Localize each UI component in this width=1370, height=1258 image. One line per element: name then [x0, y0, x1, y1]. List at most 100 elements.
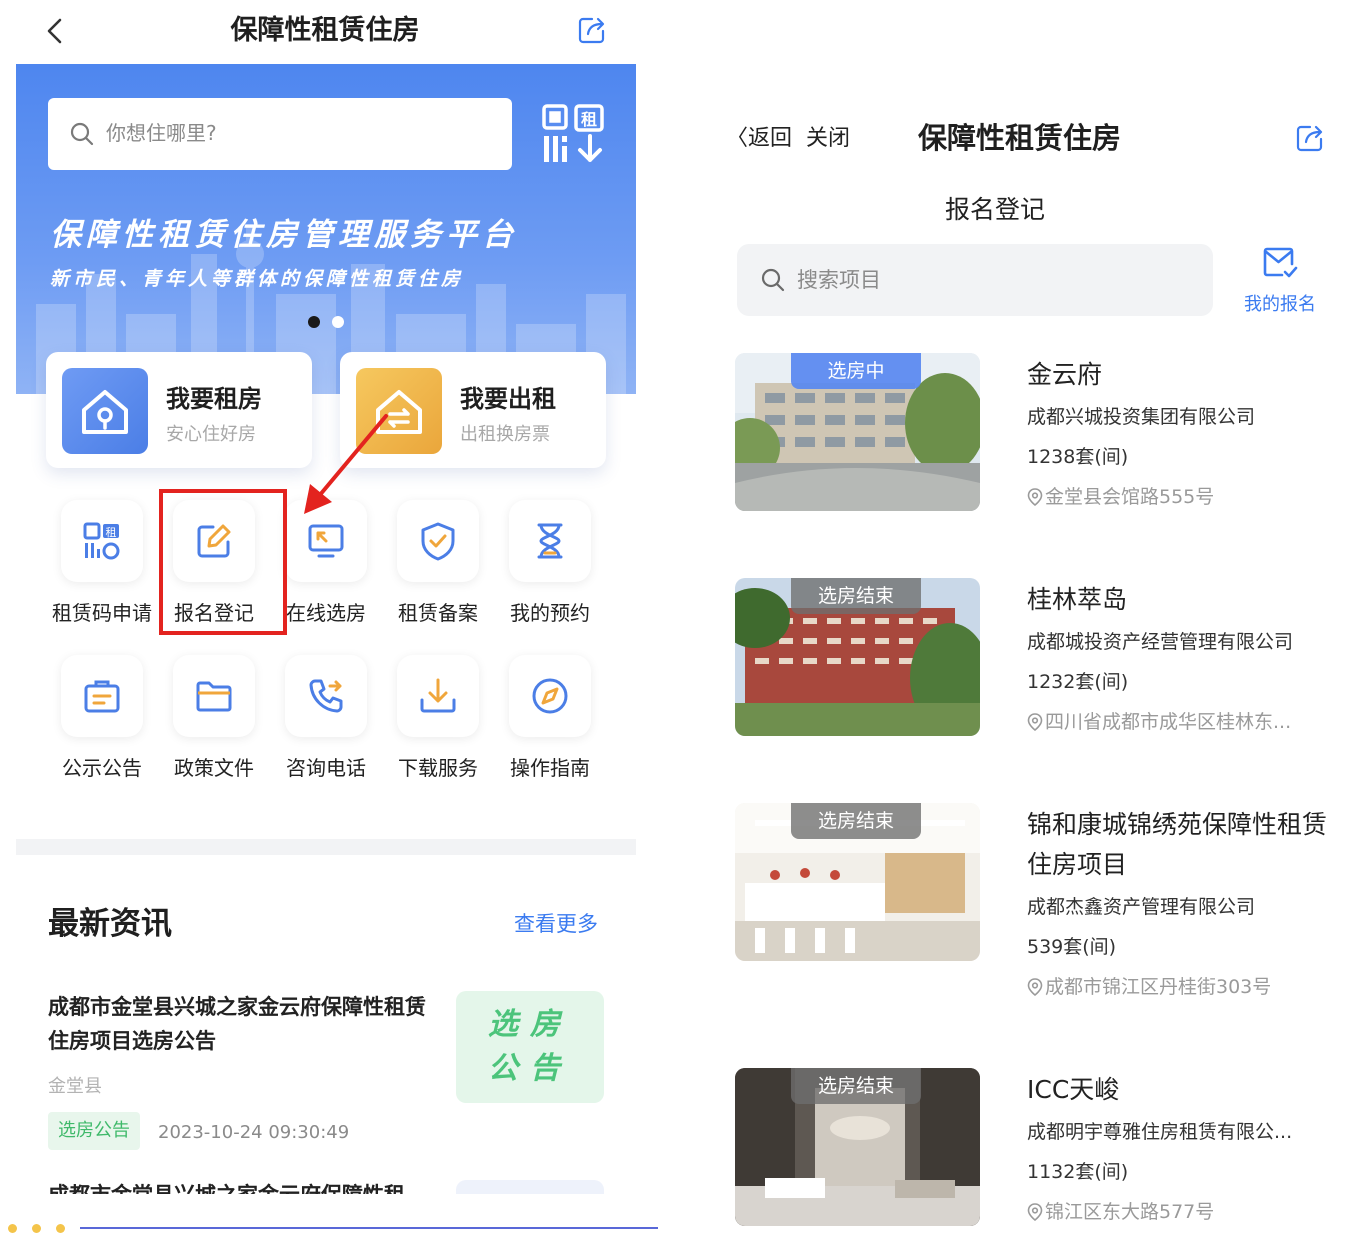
project-item[interactable]: 选房结束 ICC天峻 成都明宇尊雅住房租赁有限公... 1132套(间) 锦江区… — [735, 1068, 1335, 1228]
project-item[interactable]: 选房结束 桂林萃岛 成都城投资产经营管理有限公司 1232套(间) 四川省成都市… — [735, 578, 1335, 738]
project-count: 1132套(间) — [1027, 1161, 1129, 1183]
loading-dot — [32, 1224, 41, 1233]
project-org: 成都兴城投资集团有限公司 — [1027, 406, 1256, 428]
page-title: 保障性租赁住房 — [230, 15, 420, 46]
view-more-link[interactable]: 查看更多 — [514, 908, 598, 940]
carousel-dot-active[interactable] — [308, 316, 320, 328]
news-item-title[interactable]: 成都市金堂县兴城之家金云府保障性租赁住房项目选房公告 — [48, 990, 438, 1058]
download-icon — [397, 655, 479, 737]
service-policy[interactable]: 政策文件 — [158, 655, 270, 795]
project-name: ICC天峻 — [1027, 1075, 1120, 1104]
banner-subtitle: 新市民、青年人等群体的保障性租赁住房 — [50, 268, 465, 290]
project-count: 1232套(间) — [1027, 671, 1129, 693]
close-button[interactable]: 关闭 — [806, 122, 850, 156]
status-badge: 选房中 — [791, 353, 921, 389]
mail-check-icon — [1263, 247, 1298, 278]
service-label: 政策文件 — [174, 756, 254, 780]
lease-house-card[interactable]: 我要出租 出租换房票 — [340, 352, 606, 468]
project-item[interactable]: 选房结束 锦和康城锦绣苑保障性租赁住房项目 成都杰鑫资产管理有限公司 539套(… — [735, 803, 1335, 1003]
rent-house-card[interactable]: 我要租房 安心住好房 — [46, 352, 312, 468]
service-rent-code[interactable]: 租 租赁码申请 — [46, 500, 158, 640]
project-address: 锦江区东大路577号 — [1027, 1198, 1327, 1226]
project-address: 成都市锦江区丹桂街303号 — [1027, 973, 1327, 1001]
project-search-input[interactable]: 搜索项目 — [737, 244, 1213, 316]
briefcase-icon — [61, 655, 143, 737]
location-pin-icon — [1027, 713, 1043, 731]
house-lease-icon — [356, 368, 442, 454]
search-placeholder: 你想住哪里? — [106, 121, 217, 145]
carousel-dot[interactable] — [332, 316, 344, 328]
left-screen: 保障性租赁住房 你想住哪里? 租 保障性租赁住房管理服务平台 新市民、青年人等群… — [0, 0, 660, 1258]
service-label: 公示公告 — [62, 756, 142, 780]
service-rent-record[interactable]: 租赁备案 — [382, 500, 494, 640]
news-next-text: 成都市金堂县兴城之家金云府保障性租 — [48, 1183, 405, 1194]
search-icon — [70, 122, 94, 146]
news-thumbnail[interactable]: 选房 公告 — [456, 991, 604, 1103]
service-label: 在线选房 — [286, 601, 366, 625]
news-location: 金堂县 — [48, 1076, 102, 1097]
service-label: 咨询电话 — [286, 756, 366, 780]
service-label: 租赁码申请 — [52, 601, 152, 625]
project-item[interactable]: 选房中 金云府 成都兴城投资集团有限公司 1238套(间) 金堂县会馆路555号 — [735, 353, 1335, 513]
location-pin-icon — [1027, 978, 1043, 996]
service-label: 我的预约 — [510, 601, 590, 625]
search-input[interactable]: 你想住哪里? — [48, 98, 512, 170]
chevron-left-icon[interactable] — [40, 14, 70, 48]
news-item-title[interactable]: 成都市金堂县兴城之家金云府保障性租 — [48, 1182, 438, 1194]
service-hotline[interactable]: 咨询电话 — [270, 655, 382, 795]
project-org: 成都明宇尊雅住房租赁有限公... — [1027, 1121, 1293, 1143]
service-label: 报名登记 — [174, 601, 254, 625]
qr-rent-scan-icon[interactable]: 租 — [540, 102, 606, 166]
hourglass-icon — [509, 500, 591, 582]
project-org: 成都城投资产经营管理有限公司 — [1027, 631, 1294, 653]
share-icon[interactable] — [576, 14, 608, 46]
news-thumbnail[interactable] — [456, 1180, 604, 1194]
project-count: 1238套(间) — [1027, 446, 1129, 468]
service-signup[interactable]: 报名登记 — [158, 500, 270, 640]
progress-line — [80, 1227, 658, 1229]
project-name: 金云府 — [1027, 360, 1103, 389]
shield-check-icon — [397, 500, 479, 582]
location-pin-icon — [1027, 1203, 1043, 1221]
project-address-text: 四川省成都市成华区桂林东... — [1045, 711, 1292, 733]
banner-title: 保障性租赁住房管理服务平台 — [50, 217, 518, 253]
card-subtitle: 安心住好房 — [166, 424, 256, 445]
status-badge: 选房结束 — [791, 1068, 921, 1104]
project-name: 锦和康城锦绣苑保障性租赁住房项目 — [1027, 810, 1328, 879]
share-icon[interactable] — [1294, 122, 1326, 154]
project-count: 539套(间) — [1027, 936, 1117, 958]
service-guide[interactable]: 操作指南 — [494, 655, 606, 795]
status-badge: 选房结束 — [791, 803, 921, 839]
my-signup-label: 我的报名 — [1244, 294, 1316, 315]
service-my-appointment[interactable]: 我的预约 — [494, 500, 606, 640]
back-button[interactable]: 〈返回 — [726, 122, 792, 156]
project-address-text: 成都市锦江区丹桂街303号 — [1045, 976, 1272, 998]
search-placeholder: 搜索项目 — [797, 268, 881, 292]
service-online-select[interactable]: 在线选房 — [270, 500, 382, 640]
thumb-text: 公告 — [488, 1051, 572, 1086]
service-label: 操作指南 — [510, 756, 590, 780]
svg-text:租: 租 — [106, 526, 117, 539]
service-download[interactable]: 下载服务 — [382, 655, 494, 795]
project-address: 四川省成都市成华区桂林东... — [1027, 708, 1327, 736]
card-title: 我要租房 — [166, 385, 262, 413]
project-org: 成都杰鑫资产管理有限公司 — [1027, 896, 1256, 918]
phone-call-icon — [285, 655, 367, 737]
my-signup-button[interactable]: 我的报名 — [1232, 244, 1328, 320]
news-tag: 选房公告 — [48, 1112, 140, 1150]
project-name: 桂林萃岛 — [1027, 585, 1128, 614]
folder-icon — [173, 655, 255, 737]
section-subtitle: 报名登记 — [944, 195, 1045, 224]
house-key-icon — [62, 368, 148, 454]
service-label: 租赁备案 — [398, 601, 478, 625]
service-label: 下载服务 — [398, 756, 478, 780]
edit-form-icon — [173, 500, 255, 582]
svg-text:租: 租 — [581, 110, 597, 129]
service-announcement[interactable]: 公示公告 — [46, 655, 158, 795]
search-icon — [761, 268, 785, 292]
compass-icon — [509, 655, 591, 737]
online-select-icon — [285, 500, 367, 582]
section-divider — [16, 839, 636, 855]
loading-dot — [56, 1224, 65, 1233]
news-time: 2023-10-24 09:30:49 — [158, 1122, 350, 1143]
